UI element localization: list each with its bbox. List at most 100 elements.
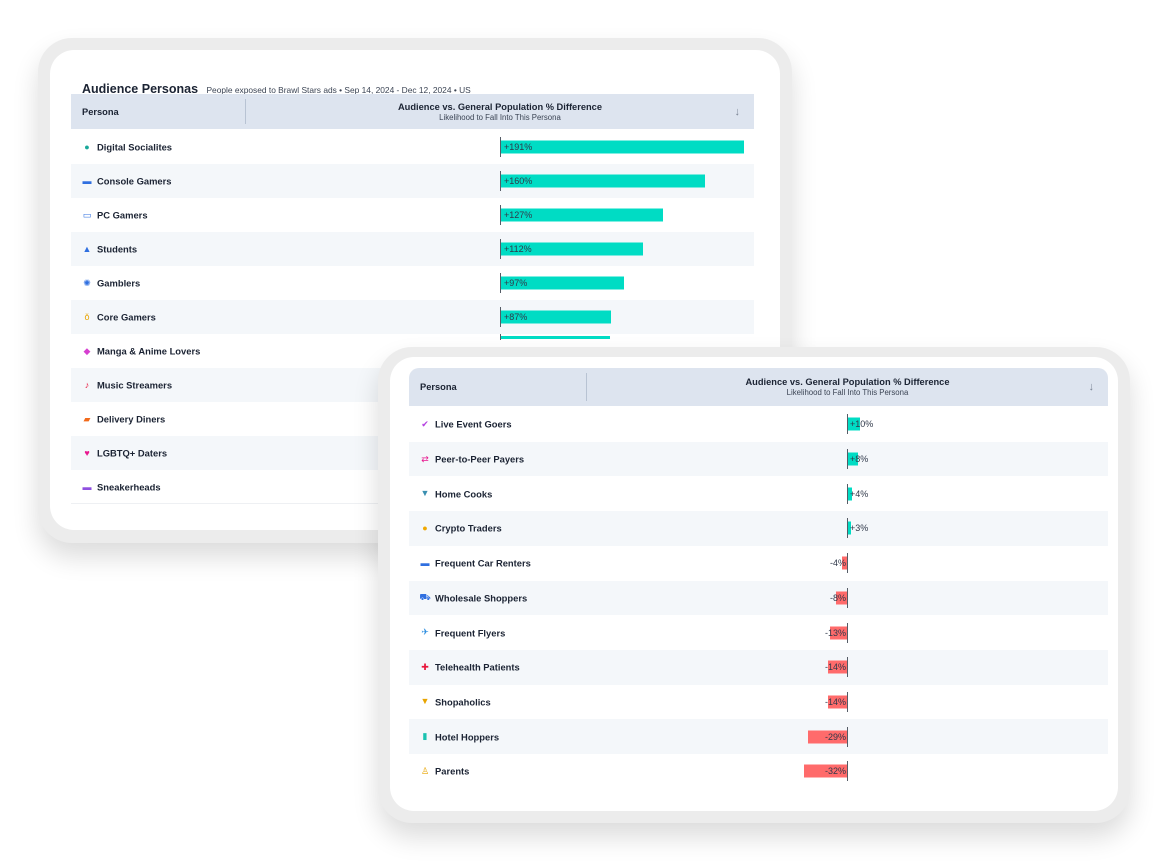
persona-name: Live Event Goers (435, 418, 512, 430)
difference-value-label: +87% (504, 312, 528, 322)
persona-name: Students (97, 243, 138, 255)
table-header: Persona Audience vs. General Population … (409, 368, 1108, 406)
difference-bar (500, 140, 745, 154)
medal-icon: ǒ (84, 311, 90, 322)
sort-descending-icon[interactable]: ↓ (1089, 368, 1095, 406)
card-body: Persona Audience vs. General Population … (390, 357, 1118, 811)
zero-axis-line (847, 587, 848, 608)
table-row[interactable]: ▬ Frequent Car Renters -4% (409, 546, 1108, 581)
table-row[interactable]: ✈ Frequent Flyers -13% (409, 615, 1108, 650)
zero-axis-line (847, 657, 848, 678)
difference-value-label: +10% (850, 419, 874, 430)
table-row[interactable]: ● Digital Socialites +191% (71, 130, 754, 164)
delivery-truck-icon: ▰ (83, 413, 91, 424)
difference-value-label: -13% (824, 627, 846, 638)
zero-axis-line (847, 761, 848, 782)
table-row[interactable]: ▼ Shopaholics -14% (409, 685, 1108, 720)
poker-chip-icon: ✺ (83, 277, 91, 288)
shopping-basket-icon: ▼ (420, 696, 430, 707)
zero-axis-line (500, 273, 501, 293)
table-row[interactable]: ▭ PC Gamers +127% (71, 198, 754, 232)
zero-axis-line (500, 239, 501, 259)
persona-name: Crypto Traders (435, 522, 502, 534)
zero-axis-line (500, 307, 501, 327)
zero-axis-line (847, 726, 848, 747)
table-row[interactable]: ⛟ Wholesale Shoppers -8% (409, 580, 1108, 616)
audience-personas-card-low-affinities: Persona Audience vs. General Population … (378, 347, 1130, 823)
car-icon: ▬ (420, 557, 430, 568)
persona-name: Telehealth Patients (435, 661, 520, 673)
persona-name: Frequent Flyers (435, 627, 506, 639)
persona-name: LGBTQ+ Daters (97, 447, 168, 459)
persona-name: Shopaholics (435, 696, 491, 708)
table-row[interactable]: ▬ Console Gamers +160% (71, 164, 754, 198)
difference-value-label: -4% (829, 558, 846, 569)
transfer-icon: ⇄ (421, 453, 429, 464)
table-row[interactable]: ▲ Students +112% (71, 232, 754, 266)
zero-axis-line (500, 205, 501, 225)
parent-icon: ♙ (420, 765, 430, 776)
persona-name: Parents (435, 765, 470, 777)
luggage-icon: ▮ (422, 731, 428, 742)
zero-axis-line (500, 137, 501, 157)
persona-name: Frequent Car Renters (435, 557, 531, 569)
table-row[interactable]: ✺ Gamblers +97% (71, 266, 754, 300)
persona-name: PC Gamers (97, 209, 148, 221)
zero-axis-line (847, 553, 848, 574)
persona-name: Delivery Diners (97, 413, 166, 425)
persona-name: Digital Socialites (97, 141, 173, 153)
column-header-persona[interactable]: Persona (420, 368, 457, 406)
column-header-subtitle: Likelihood to Fall Into This Persona (439, 112, 561, 122)
chef-hat-icon: ▼ (420, 488, 430, 499)
table-row[interactable]: ▼ Home Cooks +4% (409, 476, 1108, 511)
zero-axis-line (847, 414, 848, 435)
guitar-icon: ✔ (421, 418, 429, 429)
coin-user-icon: ● (422, 522, 428, 533)
laptop-icon: ▭ (82, 209, 92, 220)
difference-value-label: +97% (504, 278, 528, 288)
zero-axis-line (500, 334, 501, 340)
cart-person-icon: ⛟ (419, 592, 431, 603)
table-row[interactable]: ● Crypto Traders +3% (409, 511, 1108, 546)
table-row[interactable]: ♙ Parents -32% (409, 754, 1108, 789)
difference-value-label: -8% (829, 592, 846, 603)
persona-name: Peer-to-Peer Payers (435, 453, 525, 465)
persona-name: Manga & Anime Lovers (97, 345, 201, 357)
chat-bubble-icon: ● (84, 141, 90, 152)
zero-axis-line (847, 691, 848, 712)
table-row[interactable]: ǒ Core Gamers +87% (71, 300, 754, 334)
zero-axis-line (847, 449, 848, 470)
column-header-difference[interactable]: Audience vs. General Population % Differ… (246, 94, 754, 129)
difference-value-label: +191% (504, 142, 533, 152)
table-row[interactable]: ✔ Live Event Goers +10% (409, 407, 1108, 442)
difference-value-label: -14% (824, 662, 846, 673)
gamepad-icon: ▬ (82, 175, 92, 186)
table-row[interactable]: ▮ Hotel Hoppers -29% (409, 719, 1108, 754)
sort-descending-icon[interactable]: ↓ (735, 94, 741, 129)
column-header-title: Audience vs. General Population % Differ… (745, 377, 950, 387)
zero-axis-line (847, 622, 848, 643)
column-header-persona[interactable]: Persona (82, 94, 119, 129)
table-row[interactable]: ⇄ Peer-to-Peer Payers +8% (409, 441, 1108, 477)
medical-kit-icon: ✚ (421, 661, 429, 672)
music-note-icon: ♪ (84, 379, 90, 390)
table-row[interactable]: ✚ Telehealth Patients -14% (409, 649, 1108, 685)
persona-name: Core Gamers (97, 311, 156, 323)
persona-name: Music Streamers (97, 379, 173, 391)
persona-name: Hotel Hoppers (435, 731, 500, 743)
cat-face-icon: ◆ (83, 345, 91, 356)
difference-value-label: -29% (824, 731, 846, 742)
column-header-difference[interactable]: Audience vs. General Population % Differ… (587, 368, 1108, 406)
persona-name: Gamblers (97, 277, 141, 289)
difference-value-label: +112% (504, 244, 532, 254)
difference-value-label: +4% (850, 488, 869, 499)
zero-axis-line (847, 483, 848, 504)
table-header: Persona Audience vs. General Population … (71, 94, 754, 129)
airplane-icon: ✈ (421, 627, 429, 638)
column-header-title: Audience vs. General Population % Differ… (397, 101, 603, 112)
persona-rows: ✔ Live Event Goers +10% ⇄ Peer-to-Peer Payer… (409, 407, 1108, 789)
persona-name: Home Cooks (435, 488, 493, 500)
difference-value-label: -32% (824, 766, 846, 777)
difference-value-label: +127% (504, 210, 533, 220)
difference-value-label: -14% (824, 696, 846, 707)
